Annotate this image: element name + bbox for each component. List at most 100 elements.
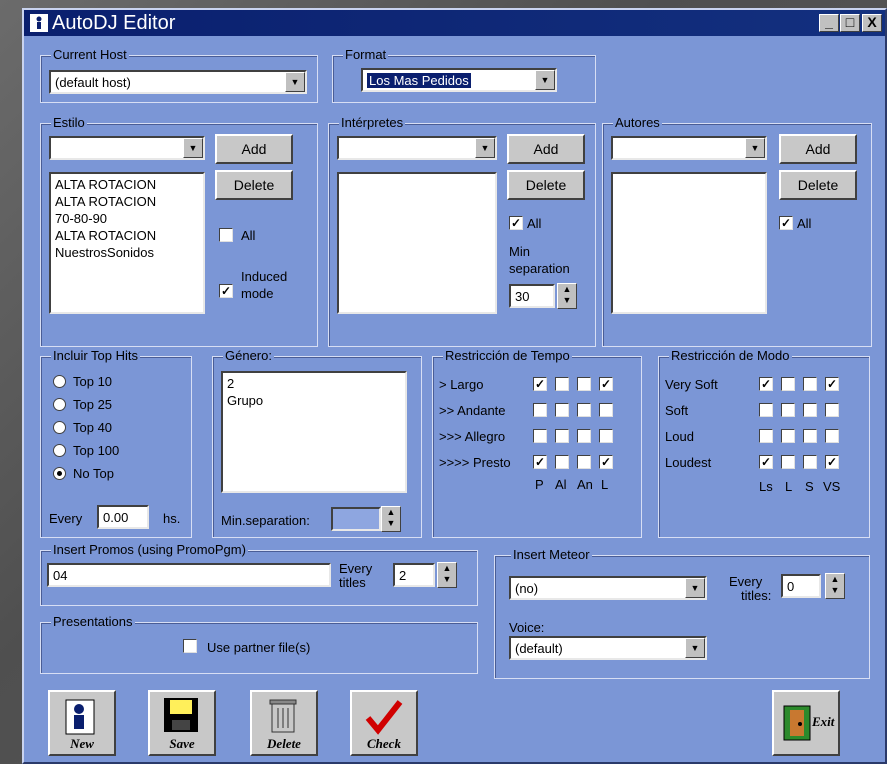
induced-mode-checkbox[interactable]: ✓	[219, 284, 233, 298]
promos-every-spinner[interactable]: ▲ ▼	[437, 562, 457, 588]
save-button[interactable]: Save	[148, 690, 216, 756]
list-item[interactable]: ALTA ROTACION	[55, 193, 199, 210]
modo-checkbox[interactable]	[803, 429, 817, 443]
format-value: Los Mas Pedidos	[367, 73, 471, 88]
promos-input[interactable]: 04	[47, 563, 331, 587]
minimize-button[interactable]: _	[819, 14, 839, 32]
tempo-checkbox[interactable]: ✓	[533, 455, 547, 469]
modo-checkbox[interactable]: ✓	[759, 455, 773, 469]
tempo-checkbox[interactable]	[577, 403, 591, 417]
genero-min-separation-input[interactable]	[331, 507, 381, 531]
maximize-button[interactable]: □	[840, 14, 860, 32]
delete-button[interactable]: Delete	[250, 690, 318, 756]
modo-checkbox[interactable]: ✓	[825, 377, 839, 391]
voice-select[interactable]: (default) ▼	[509, 636, 707, 660]
interpretes-all-checkbox[interactable]: ✓	[509, 216, 523, 230]
interpretes-select[interactable]: ▼	[337, 136, 497, 160]
chevron-down-icon[interactable]: ▼	[475, 138, 495, 158]
min-separation-spinner[interactable]: ▲ ▼	[557, 283, 577, 309]
meteor-every-input[interactable]: 0	[781, 574, 821, 598]
radio-top-100-label: Top 100	[73, 443, 120, 458]
use-partner-checkbox[interactable]	[183, 639, 197, 653]
current-host-select[interactable]: (default host) ▼	[49, 70, 307, 94]
tempo-checkbox[interactable]	[577, 377, 591, 391]
autores-delete-button[interactable]: Delete	[779, 170, 857, 200]
promos-every-label: Every	[339, 561, 373, 576]
title-bar: AutoDJ Editor _ □ X	[24, 10, 885, 36]
estilo-select[interactable]: ▼	[49, 136, 205, 160]
tempo-checkbox[interactable]	[555, 455, 569, 469]
genero-list[interactable]: 2 Grupo	[221, 371, 407, 493]
genero-min-separation-spinner[interactable]: ▲ ▼	[381, 506, 401, 532]
modo-row-label: Very Soft	[665, 377, 718, 392]
modo-checkbox[interactable]	[781, 429, 795, 443]
every-hours-input[interactable]: 0.00	[97, 505, 149, 529]
tempo-checkbox[interactable]	[555, 429, 569, 443]
tempo-checkbox[interactable]	[533, 429, 547, 443]
tempo-checkbox[interactable]	[577, 429, 591, 443]
modo-checkbox[interactable]	[803, 403, 817, 417]
modo-checkbox[interactable]	[781, 377, 795, 391]
autores-list[interactable]	[611, 172, 767, 314]
radio-top-10[interactable]	[53, 375, 66, 388]
modo-checkbox[interactable]	[759, 403, 773, 417]
chevron-down-icon[interactable]: ▼	[535, 70, 555, 90]
list-item[interactable]: ALTA ROTACION	[55, 176, 199, 193]
modo-checkbox[interactable]: ✓	[825, 455, 839, 469]
min-separation-input[interactable]: 30	[509, 284, 555, 308]
chevron-down-icon[interactable]: ▼	[745, 138, 765, 158]
list-item[interactable]: 2	[227, 375, 401, 392]
radio-top-40[interactable]	[53, 421, 66, 434]
tempo-checkbox[interactable]: ✓	[599, 455, 613, 469]
tempo-checkbox[interactable]	[555, 403, 569, 417]
exit-button[interactable]: Exit	[772, 690, 840, 756]
new-button[interactable]: New	[48, 690, 116, 756]
modo-checkbox[interactable]	[803, 455, 817, 469]
radio-top-25[interactable]	[53, 398, 66, 411]
chevron-down-icon[interactable]: ▼	[285, 72, 305, 92]
tempo-checkbox[interactable]	[533, 403, 547, 417]
format-select[interactable]: Los Mas Pedidos ▼	[361, 68, 557, 92]
estilo-list[interactable]: ALTA ROTACION ALTA ROTACION 70-80-90 ALT…	[49, 172, 205, 314]
autores-select[interactable]: ▼	[611, 136, 767, 160]
meteor-every-spinner[interactable]: ▲ ▼	[825, 573, 845, 599]
chevron-down-icon[interactable]: ▼	[183, 138, 203, 158]
autores-add-button[interactable]: Add	[779, 134, 857, 164]
promos-titles-label: titles	[339, 575, 366, 590]
tempo-checkbox[interactable]	[555, 377, 569, 391]
modo-checkbox[interactable]	[825, 403, 839, 417]
radio-top-100[interactable]	[53, 444, 66, 457]
list-item[interactable]: Grupo	[227, 392, 401, 409]
meteor-select[interactable]: (no) ▼	[509, 576, 707, 600]
modo-checkbox[interactable]	[781, 403, 795, 417]
modo-checkbox[interactable]	[825, 429, 839, 443]
interpretes-list[interactable]	[337, 172, 497, 314]
close-button[interactable]: X	[862, 14, 882, 32]
list-item[interactable]: 70-80-90	[55, 210, 199, 227]
modo-checkbox[interactable]: ✓	[759, 377, 773, 391]
modo-checkbox[interactable]	[759, 429, 773, 443]
check-button[interactable]: Check	[350, 690, 418, 756]
tempo-checkbox[interactable]	[577, 455, 591, 469]
chevron-down-icon[interactable]: ▼	[685, 638, 705, 658]
list-item[interactable]: ALTA ROTACION	[55, 227, 199, 244]
tempo-checkbox[interactable]: ✓	[533, 377, 547, 391]
autores-all-checkbox[interactable]: ✓	[779, 216, 793, 230]
format-group: Format Los Mas Pedidos ▼	[332, 47, 596, 103]
radio-no-top[interactable]	[53, 467, 66, 480]
chevron-down-icon[interactable]: ▼	[685, 578, 705, 598]
promos-every-input[interactable]: 2	[393, 563, 435, 587]
tempo-checkbox[interactable]	[599, 429, 613, 443]
interpretes-delete-button[interactable]: Delete	[507, 170, 585, 200]
estilo-all-checkbox[interactable]	[219, 228, 233, 242]
tempo-checkbox[interactable]: ✓	[599, 377, 613, 391]
modo-checkbox[interactable]	[781, 455, 795, 469]
tempo-checkbox[interactable]	[599, 403, 613, 417]
radio-top-25-label: Top 25	[73, 397, 113, 412]
estilo-delete-button[interactable]: Delete	[215, 170, 293, 200]
modo-group: Restricción de Modo Very Soft Soft Loud …	[658, 348, 870, 538]
list-item[interactable]: NuestrosSonidos	[55, 244, 199, 261]
estilo-add-button[interactable]: Add	[215, 134, 293, 164]
interpretes-add-button[interactable]: Add	[507, 134, 585, 164]
modo-checkbox[interactable]	[803, 377, 817, 391]
